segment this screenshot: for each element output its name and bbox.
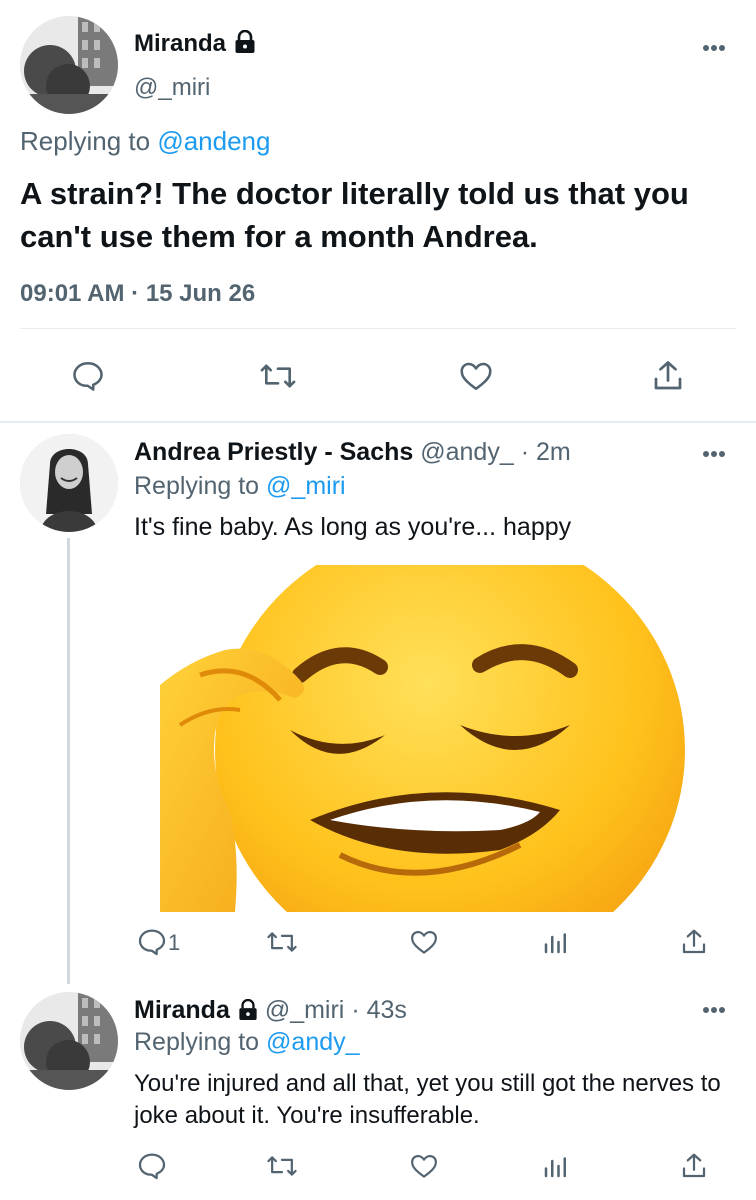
lock-icon [234,29,256,61]
section-divider [0,421,756,423]
replying-to-prefix: Replying to [134,1028,267,1056]
like-button[interactable] [402,1144,446,1188]
heart-icon [411,1154,437,1178]
tweet-text: A strain?! The doctor literally told us … [20,176,689,254]
replying-to-link[interactable]: @andy_ [266,1028,360,1056]
reply-icon [73,361,103,391]
share-icon [654,361,682,390]
share-button[interactable] [672,920,716,964]
reply-icon [138,1153,166,1180]
relative-time[interactable]: · 43s [351,996,407,1024]
face-palm-emoji-icon [160,565,685,912]
replying-to-link[interactable]: @_miri [266,472,346,500]
replying-to: Replying to @_miri [134,472,346,501]
reply-icon [138,929,166,956]
avatar-photo-icon [20,992,118,1090]
handle[interactable]: @_miri [134,74,210,102]
analytics-icon [544,933,566,954]
reply-count: 1 [168,930,181,955]
avatar[interactable] [20,16,118,114]
share-icon [682,929,706,954]
avatar[interactable] [20,992,118,1090]
reply-button[interactable] [130,1144,174,1188]
retweet-icon [267,1156,297,1176]
display-name[interactable]: Miranda [134,996,230,1024]
share-button[interactable] [646,354,690,398]
like-button[interactable] [454,354,498,398]
retweet-icon [260,364,296,388]
retweet-button[interactable] [260,920,304,964]
thread-line [67,538,70,984]
lock-icon [238,998,258,1028]
tweet-media-image[interactable] [160,565,720,912]
share-icon [682,1153,706,1178]
timestamp[interactable]: 09:01 AM · 15 Jun 26 [20,280,255,308]
retweet-icon [267,932,297,952]
display-name[interactable]: Andrea Priestly - Sachs [134,438,413,466]
relative-time[interactable]: · 2m [521,438,571,466]
replying-to: Replying to @andy_ [134,1028,360,1057]
retweet-button[interactable] [256,354,300,398]
heart-icon [411,930,437,954]
share-button[interactable] [672,1144,716,1188]
replying-to-prefix: Replying to [134,472,267,500]
handle[interactable]: @_miri [265,996,345,1024]
divider [20,328,736,329]
like-button[interactable] [402,920,446,964]
replying-to-link[interactable]: @andeng [157,126,270,156]
more-options-icon[interactable] [694,40,734,56]
reply-button[interactable] [66,354,110,398]
avatar-photo-icon [20,434,118,532]
more-options-icon[interactable] [694,446,734,462]
replying-to: Replying to @andeng [20,126,270,157]
analytics-button[interactable] [534,1144,578,1188]
analytics-button[interactable] [534,920,578,964]
heart-icon [460,362,492,391]
avatar[interactable] [20,434,118,532]
tweet-text: It's fine baby. As long as you're... hap… [134,513,572,541]
retweet-button[interactable] [260,1144,304,1188]
display-name[interactable]: Miranda [134,30,226,57]
handle[interactable]: @andy_ [420,438,514,466]
analytics-icon [544,1157,566,1178]
avatar-photo-icon [20,16,118,114]
more-options-icon[interactable] [694,1002,734,1018]
replying-to-prefix: Replying to [20,126,158,156]
tweet-text: You're injured and all that, yet you sti… [134,1070,721,1129]
